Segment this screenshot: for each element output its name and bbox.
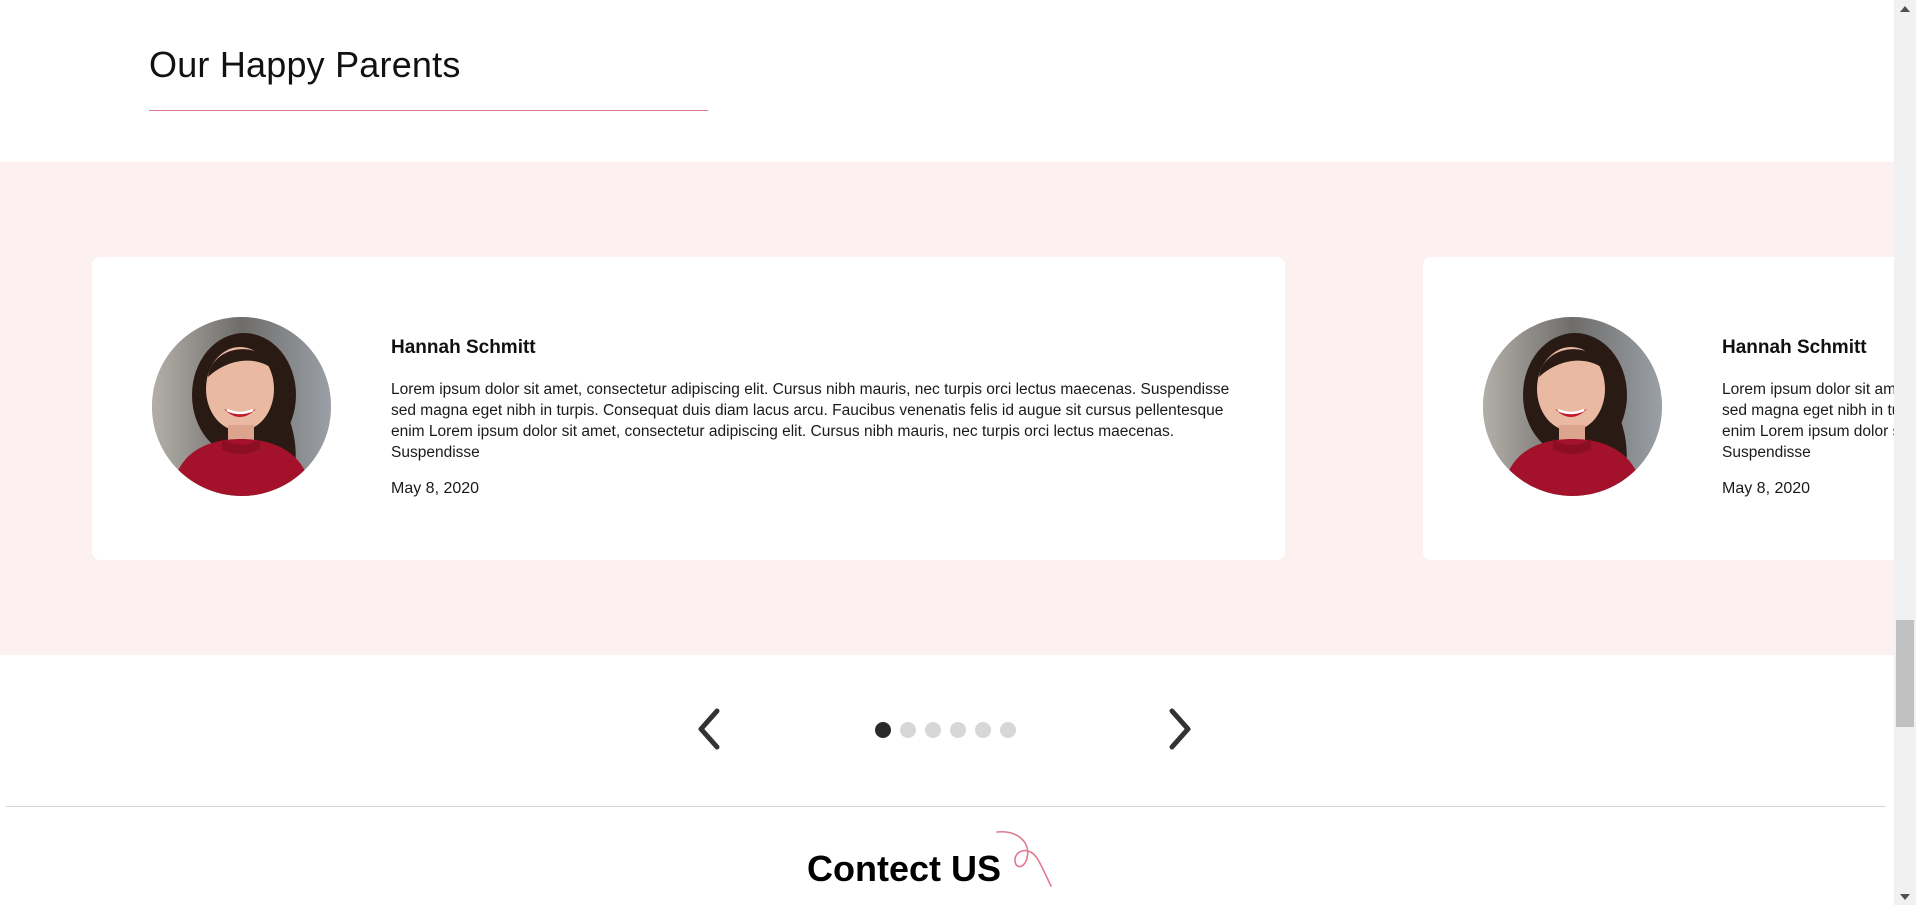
carousel-dot-4[interactable] (950, 722, 966, 738)
avatar-photo (1483, 317, 1662, 496)
carousel-dot-3[interactable] (925, 722, 941, 738)
scroll-down-arrow[interactable] (1894, 888, 1916, 905)
triangle-down-icon (1900, 893, 1910, 900)
section-title: Our Happy Parents (149, 44, 461, 85)
chevron-left-icon (698, 708, 720, 750)
swirl-decoration-icon (996, 831, 1052, 887)
carousel-dot-5[interactable] (975, 722, 991, 738)
testimonial-date: May 8, 2020 (1722, 480, 1811, 497)
testimonial-name: Hannah Schmitt (1722, 337, 1867, 358)
carousel-pagination (875, 722, 1016, 738)
contact-title: Contect US (807, 848, 1002, 889)
testimonial-card: Hannah Schmitt Lorem ipsum dolor sit ame… (1423, 257, 1894, 560)
section-divider (6, 806, 1886, 807)
carousel-prev-button[interactable] (688, 704, 728, 754)
scroll-up-arrow[interactable] (1894, 0, 1916, 17)
vertical-scrollbar[interactable] (1894, 0, 1916, 905)
page: Our Happy Parents Hannah Schmitt Lorem i… (0, 0, 1916, 905)
scrollbar-thumb[interactable] (1896, 620, 1914, 727)
testimonial-name: Hannah Schmitt (391, 337, 536, 358)
carousel-dot-2[interactable] (900, 722, 916, 738)
avatar (152, 317, 331, 496)
chevron-right-icon (1169, 708, 1191, 750)
carousel-dot-6[interactable] (1000, 722, 1016, 738)
page-viewport: Our Happy Parents Hannah Schmitt Lorem i… (0, 0, 1894, 905)
avatar (1483, 317, 1662, 496)
testimonial-text: Lorem ipsum dolor sit amet, consectetur … (1722, 381, 1894, 461)
avatar-photo (152, 317, 331, 496)
triangle-up-icon (1900, 5, 1910, 12)
testimonial-card: Hannah Schmitt Lorem ipsum dolor sit ame… (92, 257, 1285, 560)
carousel-next-button[interactable] (1161, 704, 1201, 754)
testimonial-date: May 8, 2020 (391, 480, 480, 497)
testimonial-text: Lorem ipsum dolor sit amet, consectetur … (391, 381, 1230, 461)
carousel-dot-1[interactable] (875, 722, 891, 738)
section-title-underline (149, 110, 708, 111)
